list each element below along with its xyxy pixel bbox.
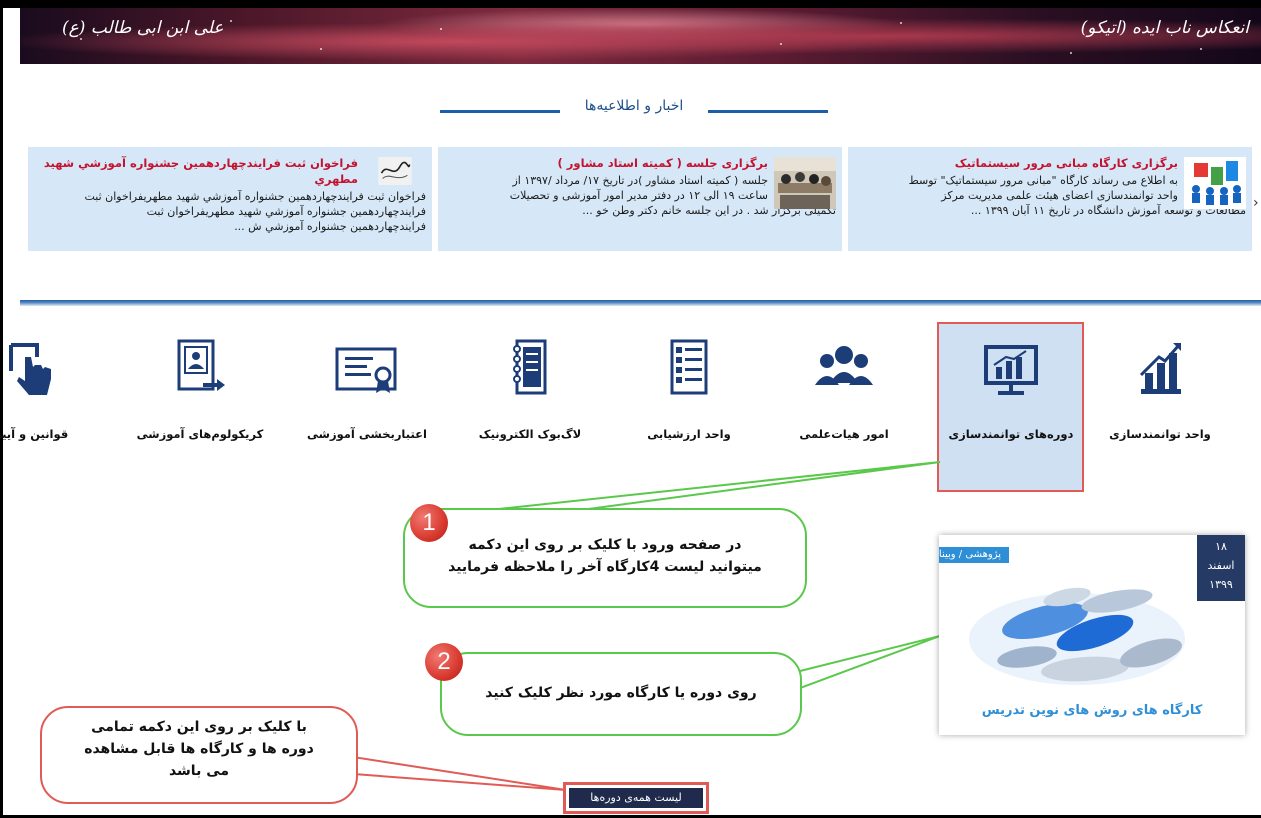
callout-step-2: روی دوره یا کارگاه مورد نظر کلیک کنید bbox=[440, 652, 802, 736]
callout-text: روی دوره یا کارگاه مورد نظر کلیک کنید bbox=[485, 685, 757, 701]
course-card[interactable]: پژوهشی / وبینار آموزشی ۱۸ اسفند ۱۳۹۹ کار… bbox=[939, 535, 1245, 735]
course-date-year: ۱۳۹۹ bbox=[1209, 578, 1233, 591]
callout-text: با کلیک بر روی این دکمه تمامی bbox=[91, 719, 307, 735]
course-cover-image bbox=[969, 587, 1185, 685]
callout-text: دوره ها و کارگاه ها قابل مشاهده bbox=[84, 741, 314, 757]
step-number-badge: 2 bbox=[425, 643, 463, 681]
callout-all-courses: با کلیک بر روی این دکمه تمامی دوره ها و … bbox=[40, 706, 358, 804]
course-date-badge: ۱۸ اسفند ۱۳۹۹ bbox=[1197, 535, 1245, 601]
callout-text: می باشد bbox=[168, 763, 230, 779]
course-title[interactable]: کارگاه های روش های نوین تدریس bbox=[939, 703, 1245, 718]
course-date-day: ۱۸ bbox=[1215, 540, 1227, 553]
step-number-badge: 1 bbox=[410, 504, 448, 542]
course-category-badge[interactable]: پژوهشی / وبینار آموزشی bbox=[939, 547, 1009, 563]
all-courses-button-highlight: لیست همه‌ی دوره‌ها bbox=[563, 782, 709, 814]
callout-text: در صفحه ورود با کلیک بر روی این دکمه bbox=[468, 537, 742, 553]
callout-text: میتوانید لیست 4کارگاه آخر را ملاحظه فرما… bbox=[448, 559, 762, 575]
all-courses-button[interactable]: لیست همه‌ی دوره‌ها bbox=[569, 788, 703, 808]
course-date-month: اسفند bbox=[1207, 559, 1235, 572]
callout-step-1: در صفحه ورود با کلیک بر روی این دکمه میت… bbox=[403, 508, 807, 608]
